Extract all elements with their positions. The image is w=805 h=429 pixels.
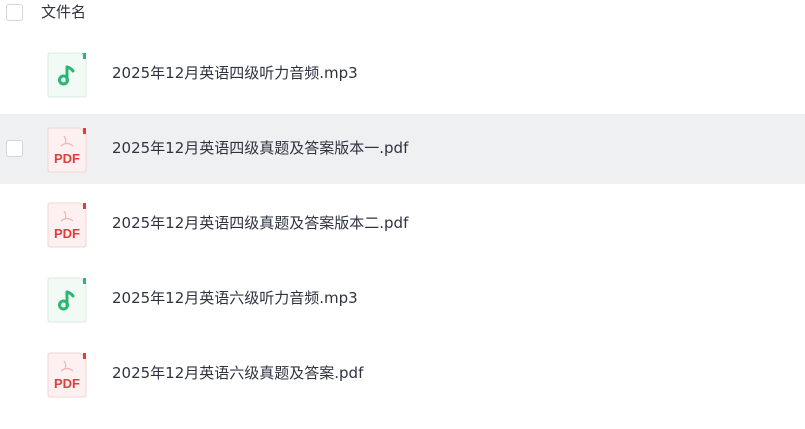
file-row[interactable]: PDF 2025年12月英语四级真题及答案版本一.pdf (0, 114, 805, 184)
pdf-icon-label: PDF (54, 151, 80, 166)
list-header: 文件名 (0, 0, 805, 26)
file-name: 2025年12月英语六级真题及答案.pdf (112, 364, 364, 382)
file-name: 2025年12月英语四级听力音频.mp3 (112, 64, 358, 82)
select-all-checkbox[interactable] (6, 4, 23, 21)
row-checkbox[interactable] (6, 140, 23, 157)
pdf-icon-label: PDF (54, 376, 80, 391)
file-row[interactable]: PDF 2025年12月英语六级真题及答案.pdf (0, 339, 805, 409)
file-row[interactable]: 2025年12月英语四级听力音频.mp3 (0, 39, 805, 109)
pdf-icon: PDF (47, 201, 87, 248)
music-note-icon (47, 51, 87, 98)
pdf-icon: PDF (47, 351, 87, 398)
file-name: 2025年12月英语四级真题及答案版本二.pdf (112, 214, 409, 232)
file-row[interactable]: 2025年12月英语六级听力音频.mp3 (0, 264, 805, 334)
file-list: 文件名 2025年12月英语四级听力音频.mp3 PDF 2025年12月英语四… (0, 0, 805, 429)
file-row[interactable]: PDF 2025年12月英语四级真题及答案版本二.pdf (0, 189, 805, 259)
file-name: 2025年12月英语六级听力音频.mp3 (112, 289, 358, 307)
pdf-icon-label: PDF (54, 226, 80, 241)
file-name: 2025年12月英语四级真题及答案版本一.pdf (112, 139, 409, 157)
pdf-icon: PDF (47, 126, 87, 173)
music-note-icon (47, 276, 87, 323)
column-header-filename: 文件名 (41, 3, 87, 21)
